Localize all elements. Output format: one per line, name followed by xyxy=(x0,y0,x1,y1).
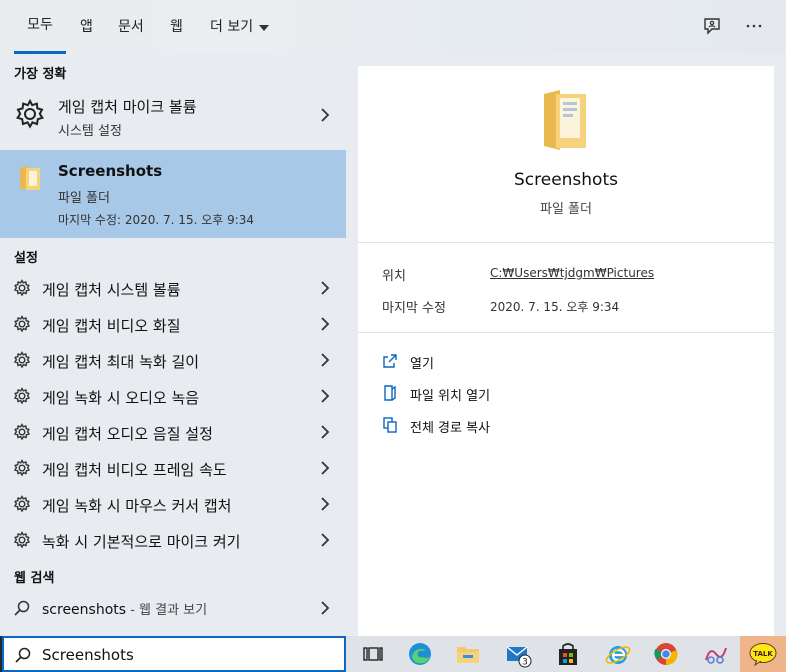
location-link[interactable]: C:₩Users₩tjdgm₩Pictures xyxy=(490,266,654,280)
settings-item[interactable]: 게임 캡처 비디오 화질 xyxy=(0,306,346,342)
tab-documents[interactable]: 문서 xyxy=(118,0,144,54)
chevron-right-icon xyxy=(321,601,330,615)
preview-title: Screenshots xyxy=(513,170,618,190)
divider xyxy=(358,242,774,243)
tab-label: 문서 xyxy=(118,19,144,35)
best-match-item-settings[interactable]: 게임 캡처 마이크 볼륨 시스템 설정 xyxy=(0,84,346,144)
settings-item-label: 게임 캡처 오디오 음질 설정 xyxy=(42,425,213,443)
settings-item-label: 게임 캡처 비디오 프레임 속도 xyxy=(42,461,227,479)
settings-item[interactable]: 게임 캡처 오디오 음질 설정 xyxy=(0,414,346,450)
chrome-icon[interactable] xyxy=(652,640,680,668)
settings-item-label: 게임 녹화 시 마우스 커서 캡처 xyxy=(42,497,232,515)
settings-item[interactable]: 게임 캡처 최대 녹화 길이 xyxy=(0,342,346,378)
best-match-heading: 가장 정확 xyxy=(14,67,67,82)
preview-subtitle: 파일 폴더 xyxy=(540,202,592,217)
web-search-query: screenshots xyxy=(42,602,127,618)
modified-value: 2020. 7. 15. 오후 9:34 xyxy=(490,300,620,314)
search-icon xyxy=(14,600,30,616)
folder-icon xyxy=(20,166,40,190)
action-label: 파일 위치 열기 xyxy=(410,389,491,404)
tab-bar: 모두 앱 문서 웹 더 보기 xyxy=(0,0,786,54)
kakaotalk-label: TALK xyxy=(753,650,773,658)
gear-icon xyxy=(13,495,31,513)
mail-badge-count: 3 xyxy=(522,658,528,668)
modified-label: 마지막 수정 xyxy=(382,301,446,316)
kakaotalk-icon: TALK xyxy=(749,643,777,666)
internet-explorer-icon[interactable] xyxy=(604,640,632,668)
settings-item-label: 게임 캡처 최대 녹화 길이 xyxy=(42,353,200,371)
open-icon xyxy=(383,354,397,368)
gear-icon xyxy=(13,531,31,549)
settings-item[interactable]: 게임 캡처 비디오 프레임 속도 xyxy=(0,450,346,486)
edge-icon[interactable] xyxy=(406,640,434,668)
snip-sketch-icon[interactable] xyxy=(702,640,730,668)
settings-heading: 설정 xyxy=(14,251,38,266)
settings-item-label: 게임 캡처 시스템 볼륨 xyxy=(42,281,181,299)
chevron-right-icon xyxy=(321,497,330,511)
settings-item[interactable]: 녹화 시 기본적으로 마이크 켜기 xyxy=(0,522,346,558)
chevron-right-icon xyxy=(321,461,330,475)
kakaotalk-tile[interactable]: TALK xyxy=(740,636,786,672)
search-icon xyxy=(15,647,31,663)
tab-label: 웹 xyxy=(170,19,183,35)
copy-icon xyxy=(383,417,397,433)
action-label: 전체 경로 복사 xyxy=(410,421,491,436)
chevron-down-icon xyxy=(259,25,270,31)
chevron-right-icon xyxy=(321,533,330,547)
location-label: 위치 xyxy=(382,269,406,284)
result-subtitle: 파일 폴더 xyxy=(58,191,110,206)
settings-item[interactable]: 게임 녹화 시 마우스 커서 캡처 xyxy=(0,486,346,522)
web-search-label: screenshots - 웹 결과 보기 xyxy=(42,599,207,618)
best-match-item-screenshots[interactable]: Screenshots 파일 폴더 마지막 수정: 2020. 7. 15. 오… xyxy=(0,150,346,238)
chevron-right-icon xyxy=(321,317,330,331)
settings-item-label: 게임 캡처 비디오 화질 xyxy=(42,317,181,335)
gear-icon xyxy=(13,315,31,333)
folder-icon xyxy=(544,90,586,150)
gear-icon xyxy=(13,459,31,477)
feedback-icon[interactable] xyxy=(702,16,722,36)
tab-apps[interactable]: 앱 xyxy=(80,0,93,54)
gear-icon xyxy=(13,279,31,297)
search-box[interactable] xyxy=(2,636,346,672)
file-location-icon xyxy=(384,385,396,401)
tab-all[interactable]: 모두 xyxy=(14,0,66,54)
preview-pane: Screenshots 파일 폴더 위치 C:₩Users₩tjdgm₩Pict… xyxy=(358,66,774,636)
result-title: 게임 캡처 마이크 볼륨 xyxy=(58,98,197,116)
gear-icon xyxy=(16,98,44,129)
gear-icon xyxy=(13,351,31,369)
chevron-right-icon xyxy=(321,108,330,122)
mail-icon[interactable]: 3 xyxy=(504,640,532,668)
chevron-right-icon xyxy=(321,425,330,439)
more-options-icon[interactable] xyxy=(744,16,764,36)
action-label: 열기 xyxy=(410,357,434,372)
web-search-item[interactable]: screenshots - 웹 결과 보기 xyxy=(0,590,346,626)
settings-item[interactable]: 게임 녹화 시 오디오 녹음 xyxy=(0,378,346,414)
result-title: Screenshots xyxy=(58,162,163,180)
tab-label: 더 보기 xyxy=(210,19,254,35)
settings-item[interactable]: 게임 캡처 시스템 볼륨 xyxy=(0,270,346,306)
chevron-right-icon xyxy=(321,389,330,403)
settings-item-label: 게임 녹화 시 오디오 녹음 xyxy=(42,389,200,407)
settings-item-label: 녹화 시 기본적으로 마이크 켜기 xyxy=(42,533,241,551)
tab-label: 앱 xyxy=(80,19,93,35)
results-list: 가장 정확 게임 캡처 마이크 볼륨 시스템 설정 Screenshots 파일… xyxy=(0,54,346,636)
gear-icon xyxy=(13,387,31,405)
result-modified: 마지막 수정: 2020. 7. 15. 오후 9:34 xyxy=(58,213,255,227)
gear-icon xyxy=(13,423,31,441)
search-panel: 모두 앱 문서 웹 더 보기 가장 정확 게임 캡처 마이크 볼륨 시스템 설정… xyxy=(0,0,786,636)
web-search-suffix: - 웹 결과 보기 xyxy=(126,603,208,618)
tab-label: 모두 xyxy=(27,17,53,33)
chevron-right-icon xyxy=(321,353,330,367)
web-search-heading: 웹 검색 xyxy=(14,571,55,586)
taskbar: 3 TALK xyxy=(346,636,786,672)
divider xyxy=(358,332,774,333)
tab-web[interactable]: 웹 xyxy=(170,0,183,54)
tab-more[interactable]: 더 보기 xyxy=(210,0,270,54)
file-explorer-icon[interactable] xyxy=(454,640,482,668)
search-input[interactable] xyxy=(42,644,332,666)
task-view-icon[interactable] xyxy=(358,640,386,668)
store-icon[interactable] xyxy=(554,640,582,668)
chevron-right-icon xyxy=(321,281,330,295)
result-subtitle: 시스템 설정 xyxy=(58,124,122,139)
